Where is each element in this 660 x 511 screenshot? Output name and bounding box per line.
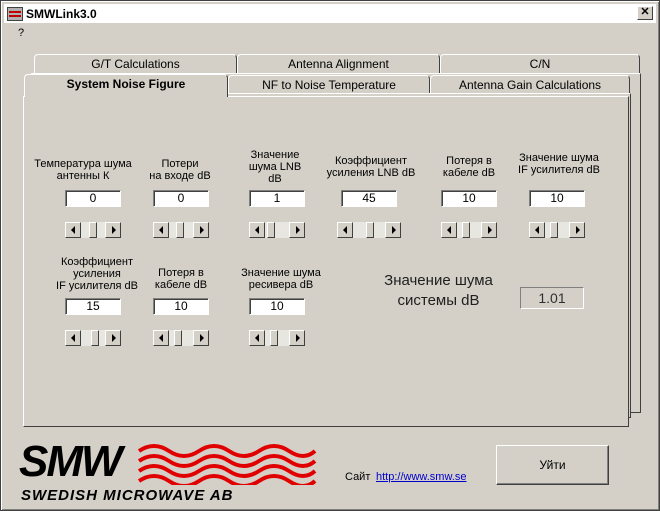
lnb-gain-field[interactable]: 45	[341, 190, 397, 207]
system-noise-label: Значение шума системы dB	[384, 272, 493, 309]
scroll-right-icon[interactable]	[385, 222, 401, 238]
scroll-left-icon[interactable]	[65, 222, 81, 238]
if-noise-scrollbar[interactable]	[529, 222, 585, 238]
tab-cn[interactable]: C/N	[440, 54, 640, 74]
field-label-input-loss: Потери на входе dB	[149, 158, 211, 182]
wave-2	[137, 454, 317, 468]
app-icon	[7, 6, 23, 21]
wave-3	[137, 464, 317, 478]
system-noise-value: 1.01	[520, 287, 584, 309]
scroll-right-icon[interactable]	[193, 222, 209, 238]
input-loss-scrollbar[interactable]	[153, 222, 209, 238]
field-label-cable-loss-2: Потеря в кабеле dB	[154, 267, 208, 291]
wave-4	[137, 474, 317, 485]
scroll-thumb[interactable]	[176, 222, 184, 238]
scroll-thumb[interactable]	[91, 330, 99, 346]
logo-waves-icon	[137, 444, 317, 485]
menu-help[interactable]: ?	[18, 27, 24, 39]
scroll-left-icon[interactable]	[337, 222, 353, 238]
scroll-left-icon[interactable]	[65, 330, 81, 346]
antenna-temp-field[interactable]: 0	[65, 190, 121, 207]
scroll-thumb[interactable]	[267, 222, 275, 238]
scroll-left-icon[interactable]	[249, 222, 265, 238]
logo-waves	[137, 444, 317, 485]
close-button[interactable]: ✕	[637, 6, 653, 20]
footer: SMW SWEDISH MICROWAVE AB Сайт http://www…	[5, 431, 655, 507]
scroll-left-icon[interactable]	[153, 330, 169, 346]
lnb-noise-field[interactable]: 1	[249, 190, 305, 207]
receiver-noise-field[interactable]: 10	[249, 298, 305, 315]
cable-loss-1-scrollbar[interactable]	[441, 222, 497, 238]
scroll-right-icon[interactable]	[193, 330, 209, 346]
cable-loss-1-field[interactable]: 10	[441, 190, 497, 207]
scroll-thumb[interactable]	[174, 330, 182, 346]
field-label-cable-loss-1: Потеря в кабеле dB	[442, 155, 496, 179]
scroll-right-icon[interactable]	[105, 222, 121, 238]
tab-system-noise-figure[interactable]: System Noise Figure	[24, 74, 228, 97]
smw-logo: SMW SWEDISH MICROWAVE AB	[19, 439, 319, 505]
tab-gt-calculations[interactable]: G/T Calculations	[34, 54, 237, 74]
scroll-thumb[interactable]	[270, 330, 278, 346]
lnb-noise-scrollbar[interactable]	[249, 222, 305, 238]
lnb-gain-scrollbar[interactable]	[337, 222, 401, 238]
scroll-thumb[interactable]	[550, 222, 558, 238]
receiver-noise-scrollbar[interactable]	[249, 330, 305, 346]
site-link[interactable]: http://www.smw.se	[376, 471, 466, 483]
tab-antenna-gain-calculations[interactable]: Antenna Gain Calculations	[430, 75, 630, 95]
if-gain-scrollbar[interactable]	[65, 330, 121, 346]
cable-loss-2-scrollbar[interactable]	[153, 330, 209, 346]
close-icon: ✕	[640, 6, 650, 18]
logo-text: SMW	[19, 437, 123, 486]
scroll-left-icon[interactable]	[529, 222, 545, 238]
tab-nf-to-noise-temperature[interactable]: NF to Noise Temperature	[228, 75, 430, 95]
exit-button[interactable]: Уйти	[496, 445, 609, 485]
title-bar: SMWLink3.0 ✕	[4, 4, 656, 23]
field-label-receiver-noise: Значение шума ресивера dB	[241, 267, 321, 291]
logo-subtitle: SWEDISH MICROWAVE AB	[21, 487, 234, 504]
scroll-right-icon[interactable]	[569, 222, 585, 238]
scroll-left-icon[interactable]	[153, 222, 169, 238]
if-gain-field[interactable]: 15	[65, 298, 121, 315]
wave-1	[137, 444, 317, 458]
if-noise-field[interactable]: 10	[529, 190, 585, 207]
menu-bar: ?	[4, 25, 654, 41]
field-label-if-noise: Значение шума IF усилителя dB	[518, 152, 600, 176]
field-label-antenna-temp: Температура шума антенны К	[34, 158, 132, 182]
scroll-left-icon[interactable]	[249, 330, 265, 346]
antenna-temp-scrollbar[interactable]	[65, 222, 121, 238]
window-title: SMWLink3.0	[26, 6, 97, 21]
input-loss-field[interactable]: 0	[153, 190, 209, 207]
scroll-right-icon[interactable]	[481, 222, 497, 238]
field-label-lnb-gain: Коэффициент усиления LNB dB	[326, 155, 416, 179]
field-label-if-gain: Коэффициент усиления IF усилителя dB	[56, 256, 138, 292]
scroll-right-icon[interactable]	[289, 222, 305, 238]
main-window: SMWLink3.0 ✕ ? G/T Calculations Antenna …	[0, 0, 660, 511]
scroll-right-icon[interactable]	[105, 330, 121, 346]
scroll-thumb[interactable]	[462, 222, 470, 238]
site-label: Сайт	[345, 471, 371, 483]
scroll-thumb[interactable]	[366, 222, 374, 238]
tab-antenna-alignment[interactable]: Antenna Alignment	[237, 54, 440, 74]
scroll-left-icon[interactable]	[441, 222, 457, 238]
scroll-thumb[interactable]	[89, 222, 97, 238]
cable-loss-2-field[interactable]: 10	[153, 298, 209, 315]
scroll-right-icon[interactable]	[289, 330, 305, 346]
field-label-lnb-noise: Значение шума LNB dB	[248, 149, 302, 185]
